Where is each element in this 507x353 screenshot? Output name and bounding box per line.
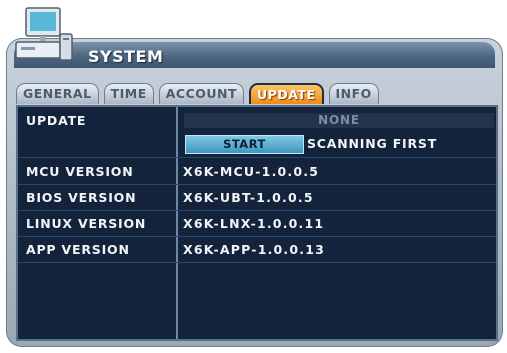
row-divider <box>18 157 496 158</box>
start-button[interactable]: START <box>185 135 304 154</box>
window-title: SYSTEM <box>88 47 164 66</box>
tab-time[interactable]: TIME <box>103 83 154 104</box>
update-label: UPDATE <box>26 113 87 128</box>
update-status-field: NONE <box>184 113 494 128</box>
linux-version-label: LINUX VERSION <box>26 216 147 231</box>
bios-version-label: BIOS VERSION <box>26 190 137 205</box>
app-version-label: APP VERSION <box>26 242 130 257</box>
column-divider <box>176 107 178 339</box>
tab-strip: GENERAL TIME ACCOUNT UPDATE INFO <box>16 83 379 105</box>
bios-version-value: X6K-UBT-1.0.0.5 <box>183 190 314 205</box>
row-divider <box>18 236 496 237</box>
tab-general[interactable]: GENERAL <box>16 83 99 104</box>
row-divider <box>18 184 496 185</box>
tab-account[interactable]: ACCOUNT <box>158 83 245 104</box>
row-divider <box>18 262 496 263</box>
title-bar <box>14 42 495 68</box>
computer-icon <box>15 7 73 61</box>
scan-mode-option[interactable]: SCANNING FIRST <box>307 136 437 151</box>
tab-info[interactable]: INFO <box>328 83 379 104</box>
row-divider <box>18 210 496 211</box>
linux-version-value: X6K-LNX-1.0.0.11 <box>183 216 325 231</box>
app-version-value: X6K-APP-1.0.0.13 <box>183 242 326 257</box>
mcu-version-value: X6K-MCU-1.0.0.5 <box>183 164 320 179</box>
tab-update[interactable]: UPDATE <box>249 83 324 104</box>
mcu-version-label: MCU VERSION <box>26 164 134 179</box>
update-panel: UPDATE NONE START SCANNING FIRST MCU VER… <box>16 105 498 341</box>
